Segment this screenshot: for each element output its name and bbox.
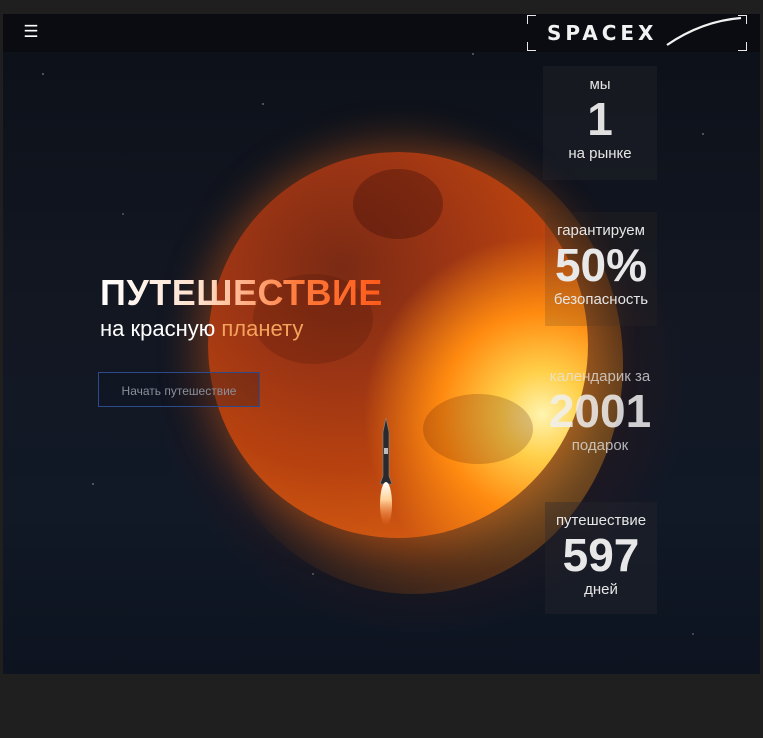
hero-section: ☰ SPACEX ПУТЕШЕСТВИЕ на красную планету …	[3, 14, 760, 674]
hamburger-menu-icon[interactable]: ☰	[22, 23, 40, 41]
stat-block-journey-days: путешествие 597 дней	[545, 502, 657, 614]
stat-caption: на рынке	[568, 145, 632, 162]
stat-block-calendar: календарик за 2001 подарок	[543, 364, 657, 464]
stat-block-market: мы 1 на рынке	[543, 66, 657, 180]
planet-crater	[423, 394, 533, 464]
stat-value: 50%	[554, 239, 648, 291]
rocket-image	[379, 418, 393, 526]
hero-subtitle-accent: планету	[221, 316, 304, 341]
stat-value: 597	[562, 529, 640, 581]
stat-caption: подарок	[571, 437, 629, 454]
stat-label: гарантируем	[557, 222, 645, 239]
hero-subtitle: на красную планету	[100, 316, 303, 342]
stat-value: 2001	[548, 385, 652, 437]
hero-subtitle-text: на красную	[100, 316, 222, 341]
logo-swoosh-icon	[666, 16, 742, 46]
spacex-logo[interactable]: SPACEX	[527, 15, 747, 51]
stat-caption: безопасность	[553, 291, 649, 308]
stat-caption: дней	[584, 581, 618, 598]
top-navigation-bar: ☰ SPACEX	[3, 14, 760, 52]
start-journey-button[interactable]: Начать путешествие	[98, 372, 260, 407]
stat-value: 1	[587, 93, 613, 145]
planet-crater	[353, 169, 443, 239]
top-strip	[0, 0, 763, 14]
stat-label: путешествие	[555, 512, 647, 529]
stat-label: календарик за	[549, 368, 651, 385]
stat-block-safety: гарантируем 50% безопасность	[545, 212, 657, 326]
stat-label: мы	[589, 76, 611, 93]
hero-title: ПУТЕШЕСТВИЕ	[100, 272, 383, 313]
